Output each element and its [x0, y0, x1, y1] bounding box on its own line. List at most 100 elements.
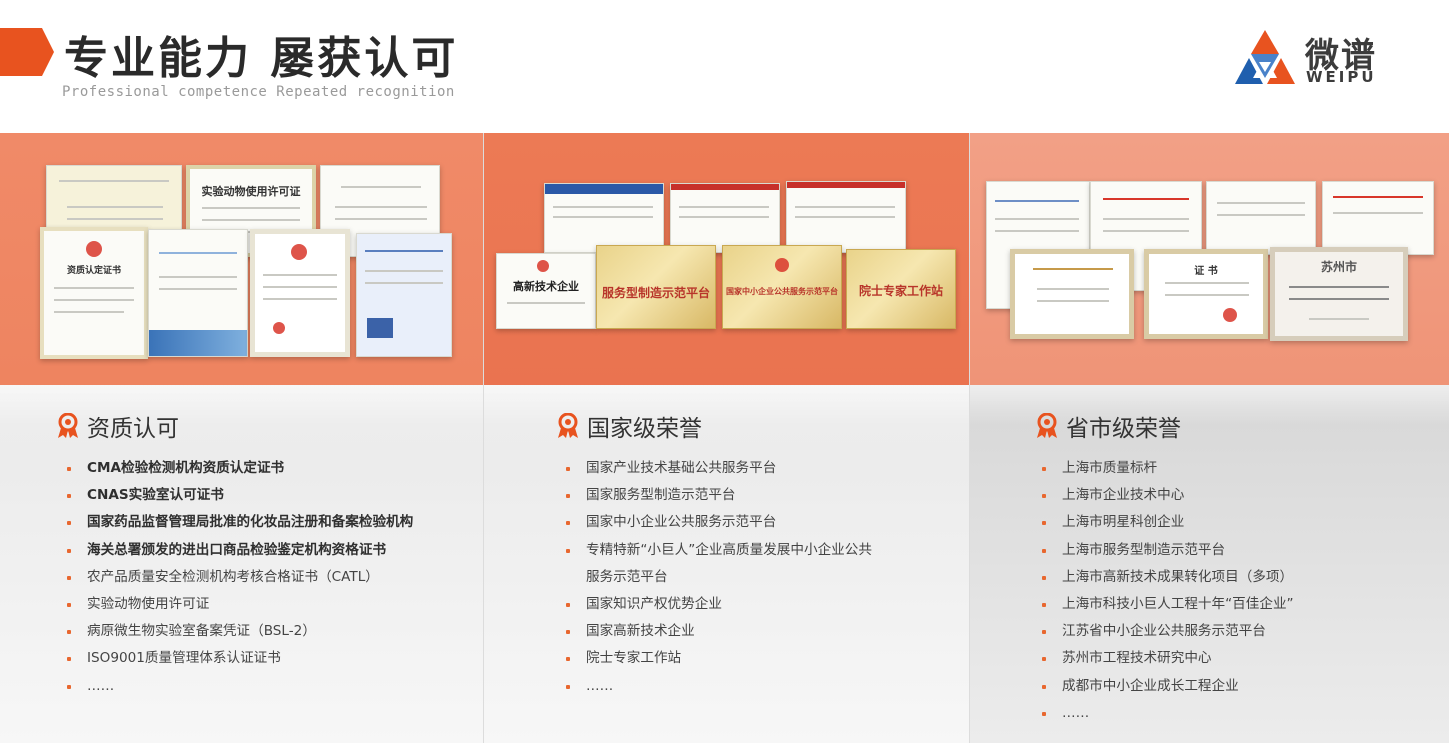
bullet-marker [67, 494, 71, 499]
list-item: 国家产业技术基础公共服务平台 [566, 455, 872, 482]
list-item: 上海市企业技术中心 [1042, 482, 1294, 509]
qualification-list: CMA检验检测机构资质认定证书 CNAS实验室认可证书国家药品监督管理局批准的化妆… [67, 455, 413, 700]
cnas-certificate [148, 229, 248, 357]
bullet-marker [1042, 467, 1046, 471]
page-header: 专业能力 屡获认可 Professional competence Repeat… [0, 0, 1449, 132]
list-item-text: 国家产业技术基础公共服务平台 [586, 460, 777, 476]
list-item: 上海市科技小巨人工程十年“百佳企业” [1042, 591, 1294, 618]
list-item: 服务示范平台 [566, 564, 872, 591]
list-item: 专精特新“小巨人”企业高质量发展中小企业公共 [566, 537, 872, 564]
list-item: …… [566, 673, 872, 700]
list-item: 苏州市工程技术研究中心 [1042, 645, 1294, 672]
bullet-marker [67, 657, 71, 662]
academician-workstation-plaque: 院士专家工作站 [846, 249, 956, 329]
certificate-image [1206, 181, 1316, 255]
list-item-text: 国家药品监督管理局批准的化妆品注册和备案检验机构 [87, 514, 414, 531]
bullet-marker [1042, 711, 1046, 716]
list-item: 国家知识产权优势企业 [566, 591, 872, 618]
title-accent-shape [0, 28, 54, 76]
bullet-marker [67, 548, 71, 553]
service-manufacturing-plaque: 服务型制造示范平台 [596, 245, 716, 329]
section-title-label: 资质认可 [87, 416, 179, 442]
star-enterprise-certificate [1010, 249, 1134, 339]
list-item: 海关总署颁发的进出口商品检验鉴定机构资格证书 [67, 537, 413, 564]
list-item: ISO9001质量管理体系认证证书 [67, 645, 413, 672]
list-item-text: 病原微生物实验室备案凭证（BSL-2） [87, 623, 316, 640]
list-item-text: 上海市服务型制造示范平台 [1062, 541, 1226, 558]
list-item: 上海市高新技术成果转化项目（多项） [1042, 564, 1294, 591]
list-item: CMA检验检测机构资质认定证书 [67, 455, 413, 482]
list-item-text: 院士专家工作站 [586, 650, 682, 667]
medal-icon [558, 413, 578, 438]
column-qualifications: 实验动物使用许可证 资质认定证书 资质认可 CMA检验检测机构资质认定证书 CN… [0, 133, 483, 743]
bullet-marker [1042, 521, 1046, 526]
medal-icon [1037, 413, 1057, 438]
list-item-text: 国家高新技术企业 [586, 623, 695, 640]
list-item-text: …… [586, 677, 614, 694]
section-title-label: 国家级荣誉 [587, 416, 702, 442]
list-item: 国家服务型制造示范平台 [566, 482, 872, 509]
bullet-marker [1042, 494, 1046, 499]
weipu-logo-icon [1235, 30, 1295, 84]
section-title: 省市级荣誉 [1036, 409, 1181, 443]
honors-columns: 实验动物使用许可证 资质认定证书 资质认可 CMA检验检测机构资质认定证书 CN… [0, 133, 1449, 743]
bullet-marker [1042, 657, 1046, 662]
list-item: …… [1042, 700, 1294, 727]
list-item-text: CNAS实验室认可证书 [87, 487, 224, 504]
list-item-text: 海关总署颁发的进出口商品检验鉴定机构资格证书 [87, 541, 387, 558]
column-national-honors: 高新技术企业 服务型制造示范平台 国家中小企业公共服务示范平台 院士专家工作站 … [483, 133, 969, 743]
list-item-text: 苏州市工程技术研究中心 [1062, 650, 1212, 667]
bullet-marker [566, 494, 570, 499]
list-item: 上海市服务型制造示范平台 [1042, 537, 1294, 564]
logo-english-text: WEIPU [1306, 68, 1377, 86]
list-item-text: CMA检验检测机构资质认定证书 [87, 460, 285, 476]
list-item-text: 上海市企业技术中心 [1062, 487, 1185, 504]
list-item-text: 上海市质量标杆 [1062, 460, 1158, 476]
list-item-text: 国家中小企业公共服务示范平台 [586, 514, 777, 531]
certificate-image [670, 183, 780, 253]
section-title-label: 省市级荣誉 [1066, 416, 1181, 442]
qualification-certificate: 资质认定证书 [40, 227, 148, 359]
list-item: 江苏省中小企业公共服务示范平台 [1042, 618, 1294, 645]
bullet-marker [566, 521, 570, 526]
bullet-marker [67, 467, 71, 471]
bullet-marker [1042, 684, 1046, 689]
list-item-text: 实验动物使用许可证 [87, 595, 210, 612]
bullet-marker [566, 467, 570, 471]
bullet-marker [67, 684, 71, 689]
cosmetics-certificate [250, 229, 350, 357]
list-item-text: ISO9001质量管理体系认证证书 [87, 650, 281, 667]
iso-certificate [356, 233, 452, 357]
list-item-text: …… [87, 677, 115, 694]
list-item: …… [67, 673, 413, 700]
list-item-text: 成都市中小企业成长工程企业 [1062, 677, 1239, 694]
list-item: 病原微生物实验室备案凭证（BSL-2） [67, 618, 413, 645]
list-item: 国家中小企业公共服务示范平台 [566, 509, 872, 536]
certificate-image [544, 183, 664, 253]
bullet-marker [1042, 575, 1046, 580]
list-item-text: 国家服务型制造示范平台 [586, 487, 736, 504]
bullet-marker [1042, 548, 1046, 553]
list-item: 上海市质量标杆 [1042, 455, 1294, 482]
bullet-marker [566, 630, 570, 635]
list-item-text: 服务示范平台 [586, 568, 668, 585]
bullet-marker [67, 575, 71, 580]
list-item-text: 专精特新“小巨人”企业高质量发展中小企业公共 [586, 541, 872, 558]
list-item-text: …… [1062, 704, 1090, 721]
certificate-image [786, 181, 906, 253]
bullet-marker [566, 657, 570, 662]
bullet-marker [67, 602, 71, 607]
section-title: 国家级荣誉 [557, 409, 702, 443]
list-item-text: 江苏省中小企业公共服务示范平台 [1062, 623, 1266, 640]
list-item-text: 上海市科技小巨人工程十年“百佳企业” [1062, 595, 1294, 612]
honor-certificate: 证 书 [1144, 249, 1268, 339]
page-subtitle: Professional competence Repeated recogni… [62, 84, 455, 100]
list-item: 上海市明星科创企业 [1042, 509, 1294, 536]
medal-icon [58, 413, 78, 438]
bullet-marker [1042, 602, 1046, 607]
list-item: 实验动物使用许可证 [67, 591, 413, 618]
column-provincial-honors: 证 书 苏州市 省市级荣誉 上海市质量标杆 上海市企业技术中心 上海市明星科创企业上… [969, 133, 1449, 743]
bullet-marker [566, 602, 570, 607]
list-item-text: 国家知识产权优势企业 [586, 595, 722, 612]
bullet-marker [1042, 630, 1046, 635]
